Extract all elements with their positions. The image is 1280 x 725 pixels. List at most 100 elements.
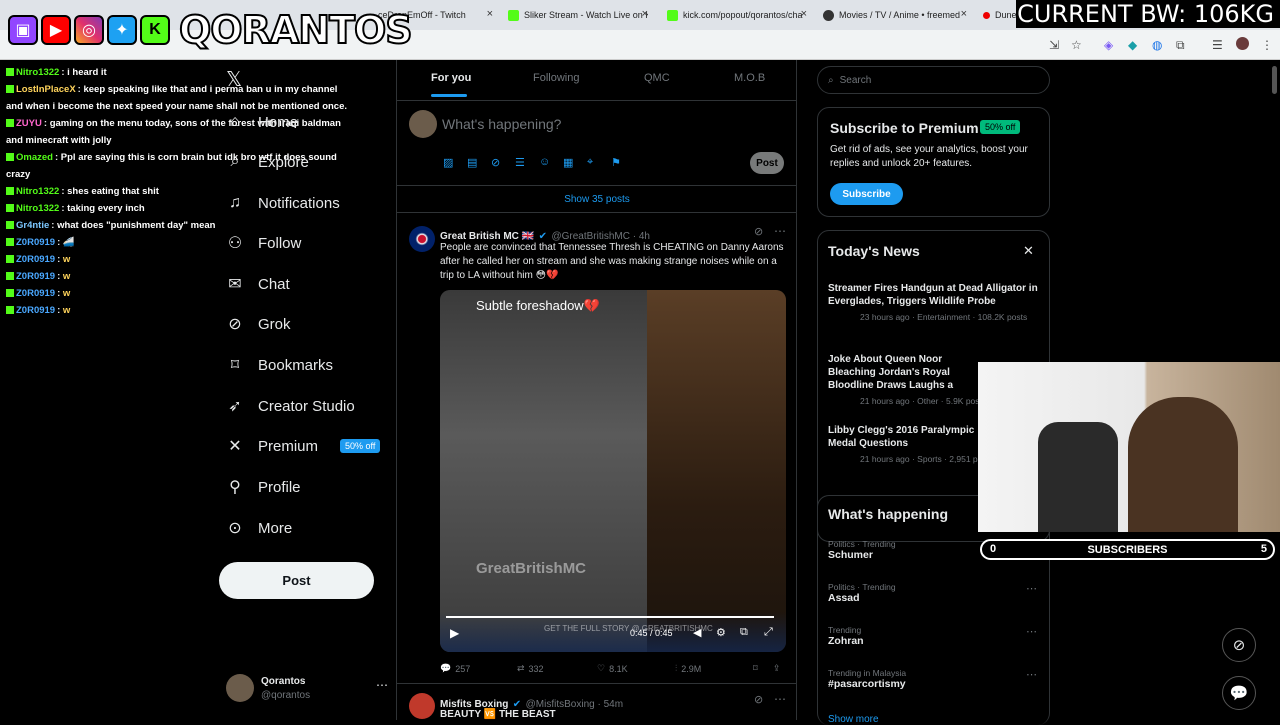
kick-favicon-icon: [508, 9, 519, 21]
trend-title: Zohran: [828, 635, 864, 647]
image-icon[interactable]: ▨: [443, 156, 453, 169]
grok-icon[interactable]: ⊘: [754, 225, 763, 238]
grok-icon[interactable]: ⊘: [1222, 628, 1256, 662]
compose-post-button[interactable]: Post: [750, 152, 784, 174]
browser-profile-avatar[interactable]: [1236, 37, 1249, 50]
chat-text: w: [62, 288, 71, 299]
chat-username: Z0R0919: [16, 288, 56, 299]
chat-username: Gr4ntie: [16, 220, 50, 231]
trend-item[interactable]: Politics · Trending Assad: [828, 582, 1043, 604]
news-item[interactable]: Streamer Fires Handgun at Dead Alligator…: [828, 282, 1043, 322]
tab-mob[interactable]: M.O.B: [734, 72, 765, 84]
close-tab-icon[interactable]: ×: [487, 8, 493, 20]
nav-label: Bookmarks: [258, 356, 334, 374]
more-icon[interactable]: ⋯: [1026, 582, 1037, 595]
reply-icon: 💬: [440, 663, 452, 673]
news-item[interactable]: Libby Clegg's 2016 Paralympic Medal Ques…: [828, 424, 993, 464]
trend-item[interactable]: Trending in Malaysia #pasarcortismy: [828, 668, 1043, 690]
nav-profile[interactable]: ⚲ Profile: [226, 472, 301, 502]
like-button[interactable]: ♡ 8.1K: [597, 663, 628, 674]
news-item[interactable]: Joke About Queen Noor Bleaching Jordan's…: [828, 353, 986, 406]
sub-current: 0: [990, 543, 997, 555]
browser-tab[interactable]: Movies / TV / Anime • freemed ×: [823, 6, 967, 24]
grok-icon[interactable]: ⊘: [754, 693, 763, 706]
bookmark-icon[interactable]: ⌑: [753, 663, 758, 674]
avatar[interactable]: [409, 226, 435, 252]
repost-button[interactable]: ⇄ 332: [517, 663, 544, 674]
close-tab-icon[interactable]: ×: [961, 8, 967, 20]
nav-home[interactable]: ⌂ Home: [226, 107, 298, 137]
pip-icon[interactable]: ⧉: [740, 626, 748, 639]
more-icon[interactable]: ⋯: [376, 678, 388, 692]
close-icon[interactable]: ✕: [1023, 243, 1034, 259]
post-button[interactable]: Post: [219, 562, 374, 599]
poll-icon[interactable]: ☰: [515, 156, 525, 169]
nav-creator-studio[interactable]: ➶ Creator Studio: [226, 391, 354, 421]
more-icon[interactable]: ⋯: [1026, 625, 1037, 638]
close-tab-icon[interactable]: ×: [642, 8, 648, 20]
play-icon[interactable]: ▶: [450, 626, 459, 640]
trend-item[interactable]: Trending Zohran: [828, 625, 1043, 647]
settings-icon[interactable]: ⚙: [716, 626, 726, 639]
more-icon[interactable]: ⋯: [1026, 668, 1037, 681]
gif-icon[interactable]: ▤: [467, 156, 477, 169]
tab-qmc[interactable]: QMC: [644, 72, 670, 84]
avatar[interactable]: [409, 693, 435, 719]
nav-notifications[interactable]: ♫ Notifications: [226, 188, 340, 218]
extensions-puzzle-icon[interactable]: ⧉: [1176, 38, 1185, 53]
happening-title: What's happening: [828, 506, 948, 522]
show-new-posts[interactable]: Show 35 posts: [397, 185, 797, 213]
divider: [397, 100, 797, 101]
compose-input[interactable]: What's happening?: [442, 116, 561, 132]
browser-tab[interactable]: Dune: [983, 6, 1017, 24]
nav-label: Premium: [258, 437, 319, 455]
more-icon[interactable]: ⋯: [774, 692, 786, 706]
grok-icon[interactable]: ⊘: [491, 156, 500, 169]
video-progress-bar[interactable]: [446, 616, 774, 618]
nav-chat[interactable]: ✉ Chat: [226, 269, 289, 299]
share-icon[interactable]: ⇪: [773, 663, 781, 674]
scrollbar[interactable]: [1272, 66, 1277, 94]
chat-bubble-icon[interactable]: 💬: [1222, 676, 1256, 710]
flag-icon[interactable]: ⚑: [611, 156, 621, 169]
extension-icon[interactable]: ◈: [1104, 38, 1113, 52]
tweet-video[interactable]: Subtle foreshadow💔 GreatBritishMC GET TH…: [440, 290, 786, 652]
subscribe-button[interactable]: Subscribe: [830, 183, 903, 205]
location-icon[interactable]: ⌖: [587, 156, 593, 169]
browser-menu-icon[interactable]: ⋮: [1261, 38, 1273, 52]
search-input[interactable]: ⌕ Search: [817, 66, 1050, 94]
extension-icon[interactable]: ◆: [1128, 38, 1137, 52]
reply-button[interactable]: 💬 257: [440, 663, 470, 674]
reading-list-icon[interactable]: ☰: [1212, 38, 1223, 52]
account-switcher[interactable]: Qorantos @qorantos ⋯: [226, 672, 388, 706]
nav-explore[interactable]: ⌕ Explore: [226, 147, 309, 177]
install-icon[interactable]: ⇲: [1049, 38, 1059, 52]
more-icon[interactable]: ⋯: [774, 224, 786, 238]
x-logo-icon[interactable]: 𝕏: [226, 64, 242, 94]
nav-label: Profile: [258, 478, 301, 496]
movie-favicon-icon: [823, 9, 834, 21]
views-button[interactable]: ⫶ 2.9M: [675, 663, 701, 674]
repost-icon: ⇄: [517, 663, 525, 673]
nav-bookmarks[interactable]: ⌑ Bookmarks: [226, 350, 333, 380]
trend-context: Politics · Trending: [828, 582, 896, 592]
tab-for-you[interactable]: For you: [431, 72, 471, 84]
nav-follow[interactable]: ⚇ Follow: [226, 228, 302, 258]
kick-badge-icon: [6, 68, 14, 76]
emoji-icon[interactable]: ☺: [539, 156, 550, 168]
browser-tab[interactable]: Sliker Stream - Watch Live on K ×: [508, 6, 648, 24]
grok-icon: ⊘: [228, 316, 242, 333]
nav-premium[interactable]: ✕ Premium 50% off: [226, 431, 381, 461]
tab-following[interactable]: Following: [533, 72, 579, 84]
trend-title: #pasarcortismy: [828, 678, 906, 690]
schedule-icon[interactable]: ▦: [563, 156, 573, 169]
fullscreen-icon[interactable]: ⤢: [764, 626, 773, 639]
extension-icon[interactable]: ◍: [1152, 38, 1162, 52]
volume-icon[interactable]: ◀: [693, 626, 701, 639]
browser-tab[interactable]: kick.com/popout/qorantos/cha ×: [667, 6, 807, 24]
kick-badge-icon: [6, 221, 14, 229]
nav-grok[interactable]: ⊘ Grok: [226, 309, 290, 339]
bookmark-star-icon[interactable]: ☆: [1071, 38, 1082, 52]
nav-more[interactable]: ⊙ More: [226, 513, 292, 543]
close-tab-icon[interactable]: ×: [801, 8, 807, 20]
